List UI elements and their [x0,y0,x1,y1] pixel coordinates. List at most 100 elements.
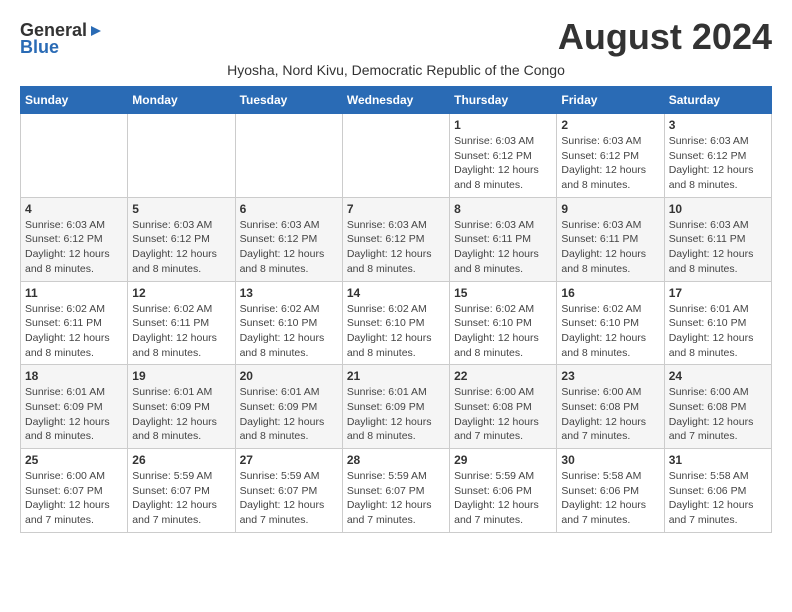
calendar-cell: 21Sunrise: 6:01 AMSunset: 6:09 PMDayligh… [342,365,449,449]
day-info: Sunrise: 6:03 AMSunset: 6:12 PMDaylight:… [669,134,767,193]
logo-arrow-icon [89,24,103,38]
calendar-cell: 24 Sunrise: 6:00 AMSunset: 6:08 PMDayligh… [664,365,771,449]
calendar-cell: 23Sunrise: 6:00 AMSunset: 6:08 PMDayligh… [557,365,664,449]
day-number: 10 [669,202,767,216]
calendar-cell: 8Sunrise: 6:03 AMSunset: 6:11 PMDaylight… [450,197,557,281]
month-title: August 2024 [558,16,772,58]
day-number: 9 [561,202,659,216]
day-info: Sunrise: 6:03 AMSunset: 6:12 PMDaylight:… [561,134,659,193]
day-number: 24 [669,369,767,383]
calendar-subtitle: Hyosha, Nord Kivu, Democratic Republic o… [20,62,772,78]
calendar-cell: 10 Sunrise: 6:03 AMSunset: 6:11 PMDayligh… [664,197,771,281]
day-number: 27 [240,453,338,467]
calendar-cell: 25 Sunrise: 6:00 AMSunset: 6:07 PMDayligh… [21,449,128,533]
day-info: Sunrise: 6:02 AMSunset: 6:10 PMDaylight:… [561,302,659,361]
day-info: Sunrise: 6:02 AMSunset: 6:10 PMDaylight:… [454,302,552,361]
day-info: Sunrise: 6:02 AMSunset: 6:10 PMDaylight:… [347,302,445,361]
calendar-cell: 16 Sunrise: 6:02 AMSunset: 6:10 PMDayligh… [557,281,664,365]
day-info: Sunrise: 6:03 AMSunset: 6:11 PMDaylight:… [669,218,767,277]
day-number: 29 [454,453,552,467]
day-info: Sunrise: 5:59 AMSunset: 6:07 PMDaylight:… [132,469,230,528]
calendar-week-row: 11Sunrise: 6:02 AMSunset: 6:11 PMDayligh… [21,281,772,365]
day-number: 6 [240,202,338,216]
day-info: Sunrise: 6:00 AMSunset: 6:08 PMDaylight:… [669,385,767,444]
calendar-cell: 15Sunrise: 6:02 AMSunset: 6:10 PMDayligh… [450,281,557,365]
logo-blue-text: Blue [20,37,59,58]
weekday-header-monday: Monday [128,87,235,114]
day-number: 22 [454,369,552,383]
calendar-week-row: 25 Sunrise: 6:00 AMSunset: 6:07 PMDayligh… [21,449,772,533]
day-number: 4 [25,202,123,216]
calendar-cell: 13Sunrise: 6:02 AMSunset: 6:10 PMDayligh… [235,281,342,365]
calendar-week-row: 18 Sunrise: 6:01 AMSunset: 6:09 PMDayligh… [21,365,772,449]
calendar-cell: 22 Sunrise: 6:00 AMSunset: 6:08 PMDayligh… [450,365,557,449]
day-info: Sunrise: 6:01 AMSunset: 6:09 PMDaylight:… [132,385,230,444]
calendar-cell: 14 Sunrise: 6:02 AMSunset: 6:10 PMDayligh… [342,281,449,365]
calendar-cell: 5 Sunrise: 6:03 AMSunset: 6:12 PMDaylight… [128,197,235,281]
calendar-cell: 26Sunrise: 5:59 AMSunset: 6:07 PMDayligh… [128,449,235,533]
calendar-cell: 9 Sunrise: 6:03 AMSunset: 6:11 PMDaylight… [557,197,664,281]
day-number: 1 [454,118,552,132]
day-info: Sunrise: 6:03 AMSunset: 6:12 PMDaylight:… [454,134,552,193]
day-number: 16 [561,286,659,300]
day-number: 5 [132,202,230,216]
calendar-cell: 12Sunrise: 6:02 AMSunset: 6:11 PMDayligh… [128,281,235,365]
calendar-week-row: 1 Sunrise: 6:03 AMSunset: 6:12 PMDaylight… [21,114,772,198]
day-info: Sunrise: 6:02 AMSunset: 6:10 PMDaylight:… [240,302,338,361]
weekday-header-row: SundayMondayTuesdayWednesdayThursdayFrid… [21,87,772,114]
calendar-cell [342,114,449,198]
calendar-cell [235,114,342,198]
logo: General Blue [20,20,103,58]
weekday-header-friday: Friday [557,87,664,114]
calendar-cell: 1 Sunrise: 6:03 AMSunset: 6:12 PMDaylight… [450,114,557,198]
calendar-table: SundayMondayTuesdayWednesdayThursdayFrid… [20,86,772,533]
day-number: 30 [561,453,659,467]
day-info: Sunrise: 6:03 AMSunset: 6:12 PMDaylight:… [132,218,230,277]
weekday-header-sunday: Sunday [21,87,128,114]
calendar-cell: 31 Sunrise: 5:58 AMSunset: 6:06 PMDayligh… [664,449,771,533]
weekday-header-tuesday: Tuesday [235,87,342,114]
calendar-cell: 27 Sunrise: 5:59 AMSunset: 6:07 PMDayligh… [235,449,342,533]
day-number: 3 [669,118,767,132]
day-info: Sunrise: 6:00 AMSunset: 6:07 PMDaylight:… [25,469,123,528]
day-number: 25 [25,453,123,467]
calendar-cell [21,114,128,198]
weekday-header-wednesday: Wednesday [342,87,449,114]
day-info: Sunrise: 5:59 AMSunset: 6:07 PMDaylight:… [240,469,338,528]
day-info: Sunrise: 6:01 AMSunset: 6:09 PMDaylight:… [25,385,123,444]
day-info: Sunrise: 5:59 AMSunset: 6:07 PMDaylight:… [347,469,445,528]
day-info: Sunrise: 6:03 AMSunset: 6:12 PMDaylight:… [347,218,445,277]
day-number: 31 [669,453,767,467]
calendar-cell: 20Sunrise: 6:01 AMSunset: 6:09 PMDayligh… [235,365,342,449]
calendar-cell: 19 Sunrise: 6:01 AMSunset: 6:09 PMDayligh… [128,365,235,449]
calendar-cell: 17Sunrise: 6:01 AMSunset: 6:10 PMDayligh… [664,281,771,365]
day-info: Sunrise: 6:00 AMSunset: 6:08 PMDaylight:… [454,385,552,444]
calendar-cell: 3 Sunrise: 6:03 AMSunset: 6:12 PMDaylight… [664,114,771,198]
day-number: 28 [347,453,445,467]
day-number: 12 [132,286,230,300]
calendar-cell [128,114,235,198]
day-number: 18 [25,369,123,383]
calendar-week-row: 4 Sunrise: 6:03 AMSunset: 6:12 PMDaylight… [21,197,772,281]
calendar-cell: 2 Sunrise: 6:03 AMSunset: 6:12 PMDaylight… [557,114,664,198]
page-header: General Blue August 2024 [20,16,772,58]
day-info: Sunrise: 6:03 AMSunset: 6:11 PMDaylight:… [561,218,659,277]
day-number: 2 [561,118,659,132]
day-info: Sunrise: 5:59 AMSunset: 6:06 PMDaylight:… [454,469,552,528]
calendar-cell: 18 Sunrise: 6:01 AMSunset: 6:09 PMDayligh… [21,365,128,449]
day-info: Sunrise: 6:03 AMSunset: 6:12 PMDaylight:… [240,218,338,277]
day-number: 11 [25,286,123,300]
calendar-cell: 11Sunrise: 6:02 AMSunset: 6:11 PMDayligh… [21,281,128,365]
day-number: 20 [240,369,338,383]
day-info: Sunrise: 6:03 AMSunset: 6:12 PMDaylight:… [25,218,123,277]
calendar-cell: 29 Sunrise: 5:59 AMSunset: 6:06 PMDayligh… [450,449,557,533]
weekday-header-thursday: Thursday [450,87,557,114]
day-info: Sunrise: 5:58 AMSunset: 6:06 PMDaylight:… [669,469,767,528]
calendar-cell: 30Sunrise: 5:58 AMSunset: 6:06 PMDayligh… [557,449,664,533]
day-number: 19 [132,369,230,383]
calendar-cell: 6 Sunrise: 6:03 AMSunset: 6:12 PMDaylight… [235,197,342,281]
day-number: 14 [347,286,445,300]
day-info: Sunrise: 6:00 AMSunset: 6:08 PMDaylight:… [561,385,659,444]
weekday-header-saturday: Saturday [664,87,771,114]
day-number: 8 [454,202,552,216]
